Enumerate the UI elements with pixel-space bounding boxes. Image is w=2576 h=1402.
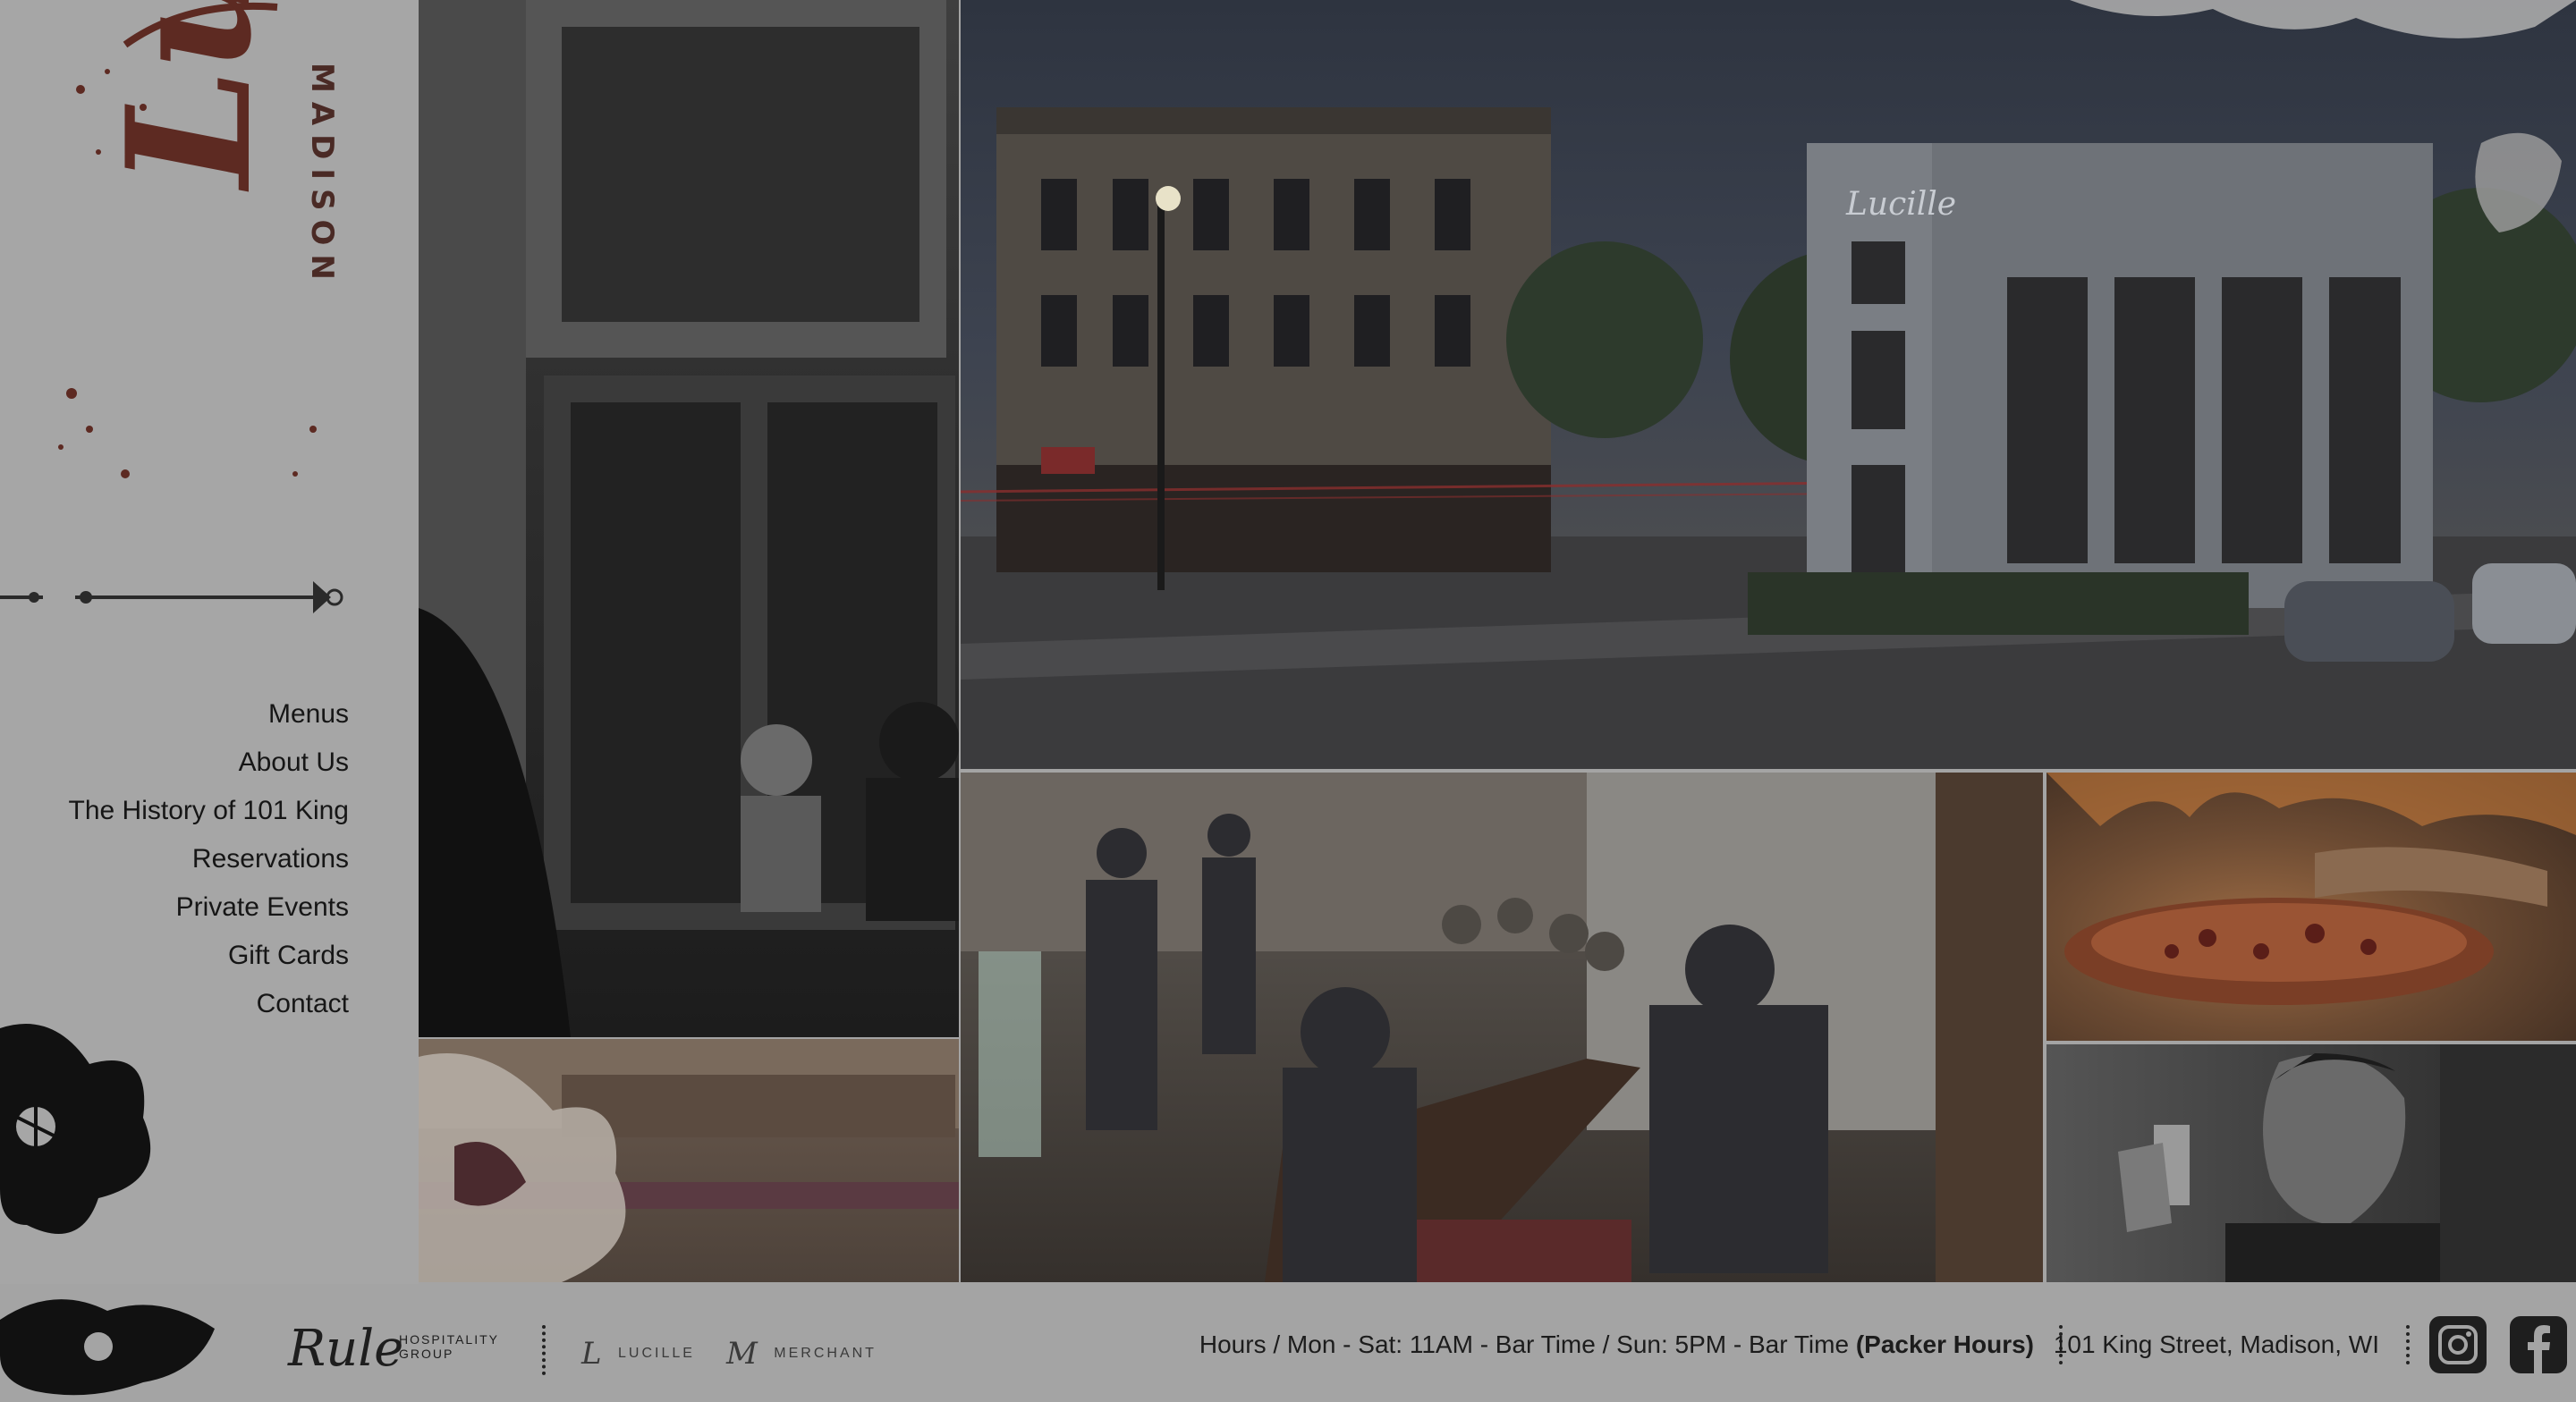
nav-item-history[interactable]: The History of 101 King: [69, 787, 350, 835]
address-text: 101 King Street, Madison, WI: [2053, 1330, 2379, 1358]
logo-city-text: MADISON: [304, 63, 340, 289]
pizza-oven-photo: [2046, 773, 2576, 1041]
rule-logo-line2: GROUP: [399, 1347, 454, 1361]
footer-brand-merchant[interactable]: M MERCHANT: [726, 1336, 877, 1372]
business-hours: Hours / Mon - Sat: 11AM - Bar Time / Sun…: [1199, 1330, 2034, 1359]
rule-logo-subtitle: HOSPITALITY GROUP: [399, 1332, 499, 1361]
rule-hospitality-logo[interactable]: Rule HOSPITALITY GROUP: [288, 1320, 497, 1378]
building-sign-text: Lucille: [1845, 186, 1956, 223]
site-footer: Rule HOSPITALITY GROUP L LUCILLE M MERCH…: [0, 1284, 2576, 1402]
sidebar: Lucille MADISON Menus About Us The Histo…: [0, 0, 419, 1284]
nav-item-menus[interactable]: Menus: [69, 690, 349, 739]
footer-separator: [2406, 1325, 2413, 1364]
dining-crowd-photo: [961, 773, 2043, 1282]
main-nav: Menus About Us The History of 101 King R…: [69, 690, 350, 1028]
footer-separator: [542, 1325, 549, 1375]
nav-item-about-us[interactable]: About Us: [69, 739, 349, 787]
flower-decoration-icon: [0, 1024, 151, 1234]
rule-logo-line1: HOSPITALITY: [399, 1332, 499, 1347]
bartender-photo: [2046, 1044, 2576, 1282]
instagram-icon[interactable]: [2429, 1316, 2487, 1373]
hours-text: Hours / Mon - Sat: 11AM - Bar Time / Sun…: [1199, 1330, 1850, 1358]
ornamental-divider: [0, 581, 343, 613]
facebook-icon[interactable]: [2510, 1316, 2567, 1373]
logo-script-text: Lucille: [89, 0, 289, 188]
nav-item-gift-cards[interactable]: Gift Cards: [69, 932, 349, 980]
footer-brand-lucille-label: LUCILLE: [618, 1346, 695, 1362]
lucille-madison-logo[interactable]: Lucille MADISON: [36, 0, 358, 554]
nav-item-private-events[interactable]: Private Events: [69, 883, 349, 932]
footer-flower-decoration-icon: [0, 1299, 215, 1396]
footer-brand-merchant-label: MERCHANT: [774, 1346, 877, 1362]
packer-hours-link[interactable]: (Packer Hours): [1856, 1330, 2034, 1358]
rule-logo-word: Rule: [288, 1320, 404, 1378]
merchant-mark-icon: M: [726, 1336, 760, 1372]
singer-photo: [419, 0, 959, 1037]
lucille-mark-icon: L: [581, 1336, 605, 1372]
restaurant-exterior-photo: Lucille: [961, 0, 2576, 769]
nav-item-reservations[interactable]: Reservations: [69, 835, 349, 883]
patio-photo: [419, 1039, 959, 1282]
footer-brand-lucille[interactable]: L LUCILLE: [581, 1336, 695, 1372]
